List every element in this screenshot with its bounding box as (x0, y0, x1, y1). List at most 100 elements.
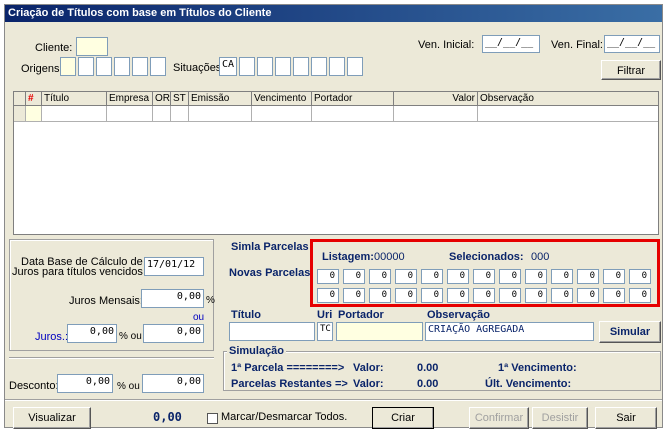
parcela-row2-box-3[interactable]: 0 (369, 288, 391, 303)
listagem-label: Listagem: (322, 251, 374, 263)
sair-button[interactable]: Sair (595, 407, 657, 429)
visualizar-button[interactable]: Visualizar (13, 407, 91, 429)
situacao-input-5[interactable] (293, 57, 309, 76)
observacao-label: Observação (427, 309, 490, 321)
origem-input-6[interactable] (150, 57, 166, 76)
situacao-input-2[interactable] (239, 57, 255, 76)
ven-inicial-input[interactable]: __/__/__ (482, 35, 540, 53)
col-valor[interactable]: Valor (394, 92, 478, 106)
col-emissao[interactable]: Emissão (189, 92, 252, 106)
parcela-row1-box-12[interactable]: 0 (603, 269, 625, 284)
marcar-todos-label: Marcar/Desmarcar Todos. (221, 411, 348, 423)
origem-input-2[interactable] (78, 57, 94, 76)
desconto-pct-input[interactable]: 0,00 (57, 374, 113, 393)
marcar-todos-checkbox[interactable] (207, 413, 218, 424)
total-value: 0,00 (153, 410, 182, 424)
criar-button[interactable]: Criar (372, 407, 434, 429)
simulacao-title: Simulação (227, 345, 287, 357)
juros-mensais-input[interactable]: 0,00 (141, 289, 204, 308)
sim-line1-venc-label: 1ª Vencimento: (498, 362, 577, 374)
row-marker-cell[interactable] (26, 106, 42, 122)
juros-mensais-label: Juros Mensais: (69, 295, 143, 307)
data-base-label-2: Juros para títulos vencidos (12, 266, 143, 278)
cliente-label: Cliente: (35, 42, 73, 54)
parcela-row1-box-3[interactable]: 0 (369, 269, 391, 284)
uri-input[interactable]: TC (317, 322, 333, 341)
col-titulo[interactable]: Título (42, 92, 107, 106)
juros-valor-input[interactable]: 0,00 (143, 324, 204, 343)
desistir-button[interactable]: Desistir (532, 407, 588, 429)
parcela-row2-box-1[interactable]: 0 (317, 288, 339, 303)
col-vencimento[interactable]: Vencimento (252, 92, 312, 106)
situacao-input-6[interactable] (311, 57, 327, 76)
window-title: Criação de Títulos com base em Títulos d… (5, 5, 662, 22)
juros-mensais-percent: % (206, 295, 215, 306)
col-or[interactable]: OR (153, 92, 171, 106)
grid-marker-header: # (26, 92, 42, 106)
sim-line1-label: 1ª Parcela ========> (231, 362, 345, 374)
parcela-row2-box-5[interactable]: 0 (421, 288, 443, 303)
col-st[interactable]: ST (171, 92, 189, 106)
origem-input-3[interactable] (96, 57, 112, 76)
parcela-row1-box-4[interactable]: 0 (395, 269, 417, 284)
parcela-row1-box-9[interactable]: 0 (525, 269, 547, 284)
uri-label: Uri (317, 309, 333, 321)
parcela-row1-box-8[interactable]: 0 (499, 269, 521, 284)
desconto-pct-ou: % ou (117, 381, 140, 392)
parcela-row2-box-4[interactable]: 0 (395, 288, 417, 303)
simular-button[interactable]: Simular (599, 321, 661, 343)
col-empresa[interactable]: Empresa (107, 92, 153, 106)
portador-input[interactable] (336, 322, 423, 341)
main-window: Criação de Títulos com base em Títulos d… (4, 4, 663, 429)
parcela-row2-box-11[interactable]: 0 (577, 288, 599, 303)
portador-label: Portador (338, 309, 384, 321)
origem-input-4[interactable] (114, 57, 130, 76)
desconto-valor-input[interactable]: 0,00 (142, 374, 204, 393)
parcela-row2-box-10[interactable]: 0 (551, 288, 573, 303)
listagem-value: 00000 (374, 251, 405, 263)
parcela-row1-box-13[interactable]: 0 (629, 269, 651, 284)
col-observacao[interactable]: Observação (478, 92, 660, 106)
parcela-row1-box-10[interactable]: 0 (551, 269, 573, 284)
col-portador[interactable]: Portador (312, 92, 394, 106)
juros-pct-input[interactable]: 0,00 (67, 324, 117, 343)
ven-final-input[interactable]: __/__/__ (604, 35, 660, 53)
titles-grid[interactable]: # Título Empresa OR ST Emissão Venciment… (13, 91, 659, 235)
situacao-input-8[interactable] (347, 57, 363, 76)
parcela-row1-box-7[interactable]: 0 (473, 269, 495, 284)
parcela-row1-box-6[interactable]: 0 (447, 269, 469, 284)
simla-parcelas-label: Simla Parcelas (231, 241, 309, 253)
observacao-input[interactable]: CRIAÇÃO AGREGADA (425, 322, 594, 341)
parcela-row2-box-12[interactable]: 0 (603, 288, 625, 303)
novas-parcelas-label: Novas Parcelas (229, 267, 311, 279)
titulo-label: Título (231, 309, 261, 321)
selecionados-label: Selecionados: (449, 251, 524, 263)
situacao-input-7[interactable] (329, 57, 345, 76)
parcela-row1-box-5[interactable]: 0 (421, 269, 443, 284)
origem-input-5[interactable] (132, 57, 148, 76)
titulo-input[interactable] (229, 322, 315, 341)
parcela-row2-box-13[interactable]: 0 (629, 288, 651, 303)
parcela-row2-box-8[interactable]: 0 (499, 288, 521, 303)
parcela-row1-box-11[interactable]: 0 (577, 269, 599, 284)
row-indicator[interactable] (14, 106, 26, 122)
origem-input-1[interactable] (60, 57, 76, 76)
parcela-row2-box-6[interactable]: 0 (447, 288, 469, 303)
sim-line2-valor: 0.00 (417, 378, 439, 390)
sim-line2-valor-label: Valor: (353, 378, 384, 390)
filtrar-button[interactable]: Filtrar (601, 60, 661, 80)
cliente-input[interactable] (76, 37, 108, 56)
parcela-row2-box-9[interactable]: 0 (525, 288, 547, 303)
juros-pct-ou: % ou (119, 331, 142, 342)
situacao-input-3[interactable] (257, 57, 273, 76)
situacao-input-1[interactable]: CA (219, 57, 237, 76)
parcela-row1-box-1[interactable]: 0 (317, 269, 339, 284)
parcela-row2-box-2[interactable]: 0 (343, 288, 365, 303)
situacao-input-4[interactable] (275, 57, 291, 76)
data-base-input[interactable]: 17/01/12 (144, 257, 204, 276)
origens-label: Origens: (21, 63, 63, 75)
parcela-row2-box-7[interactable]: 0 (473, 288, 495, 303)
confirmar-button[interactable]: Confirmar (469, 407, 529, 429)
parcela-row1-box-2[interactable]: 0 (343, 269, 365, 284)
ven-final-label: Ven. Final: (551, 39, 603, 51)
